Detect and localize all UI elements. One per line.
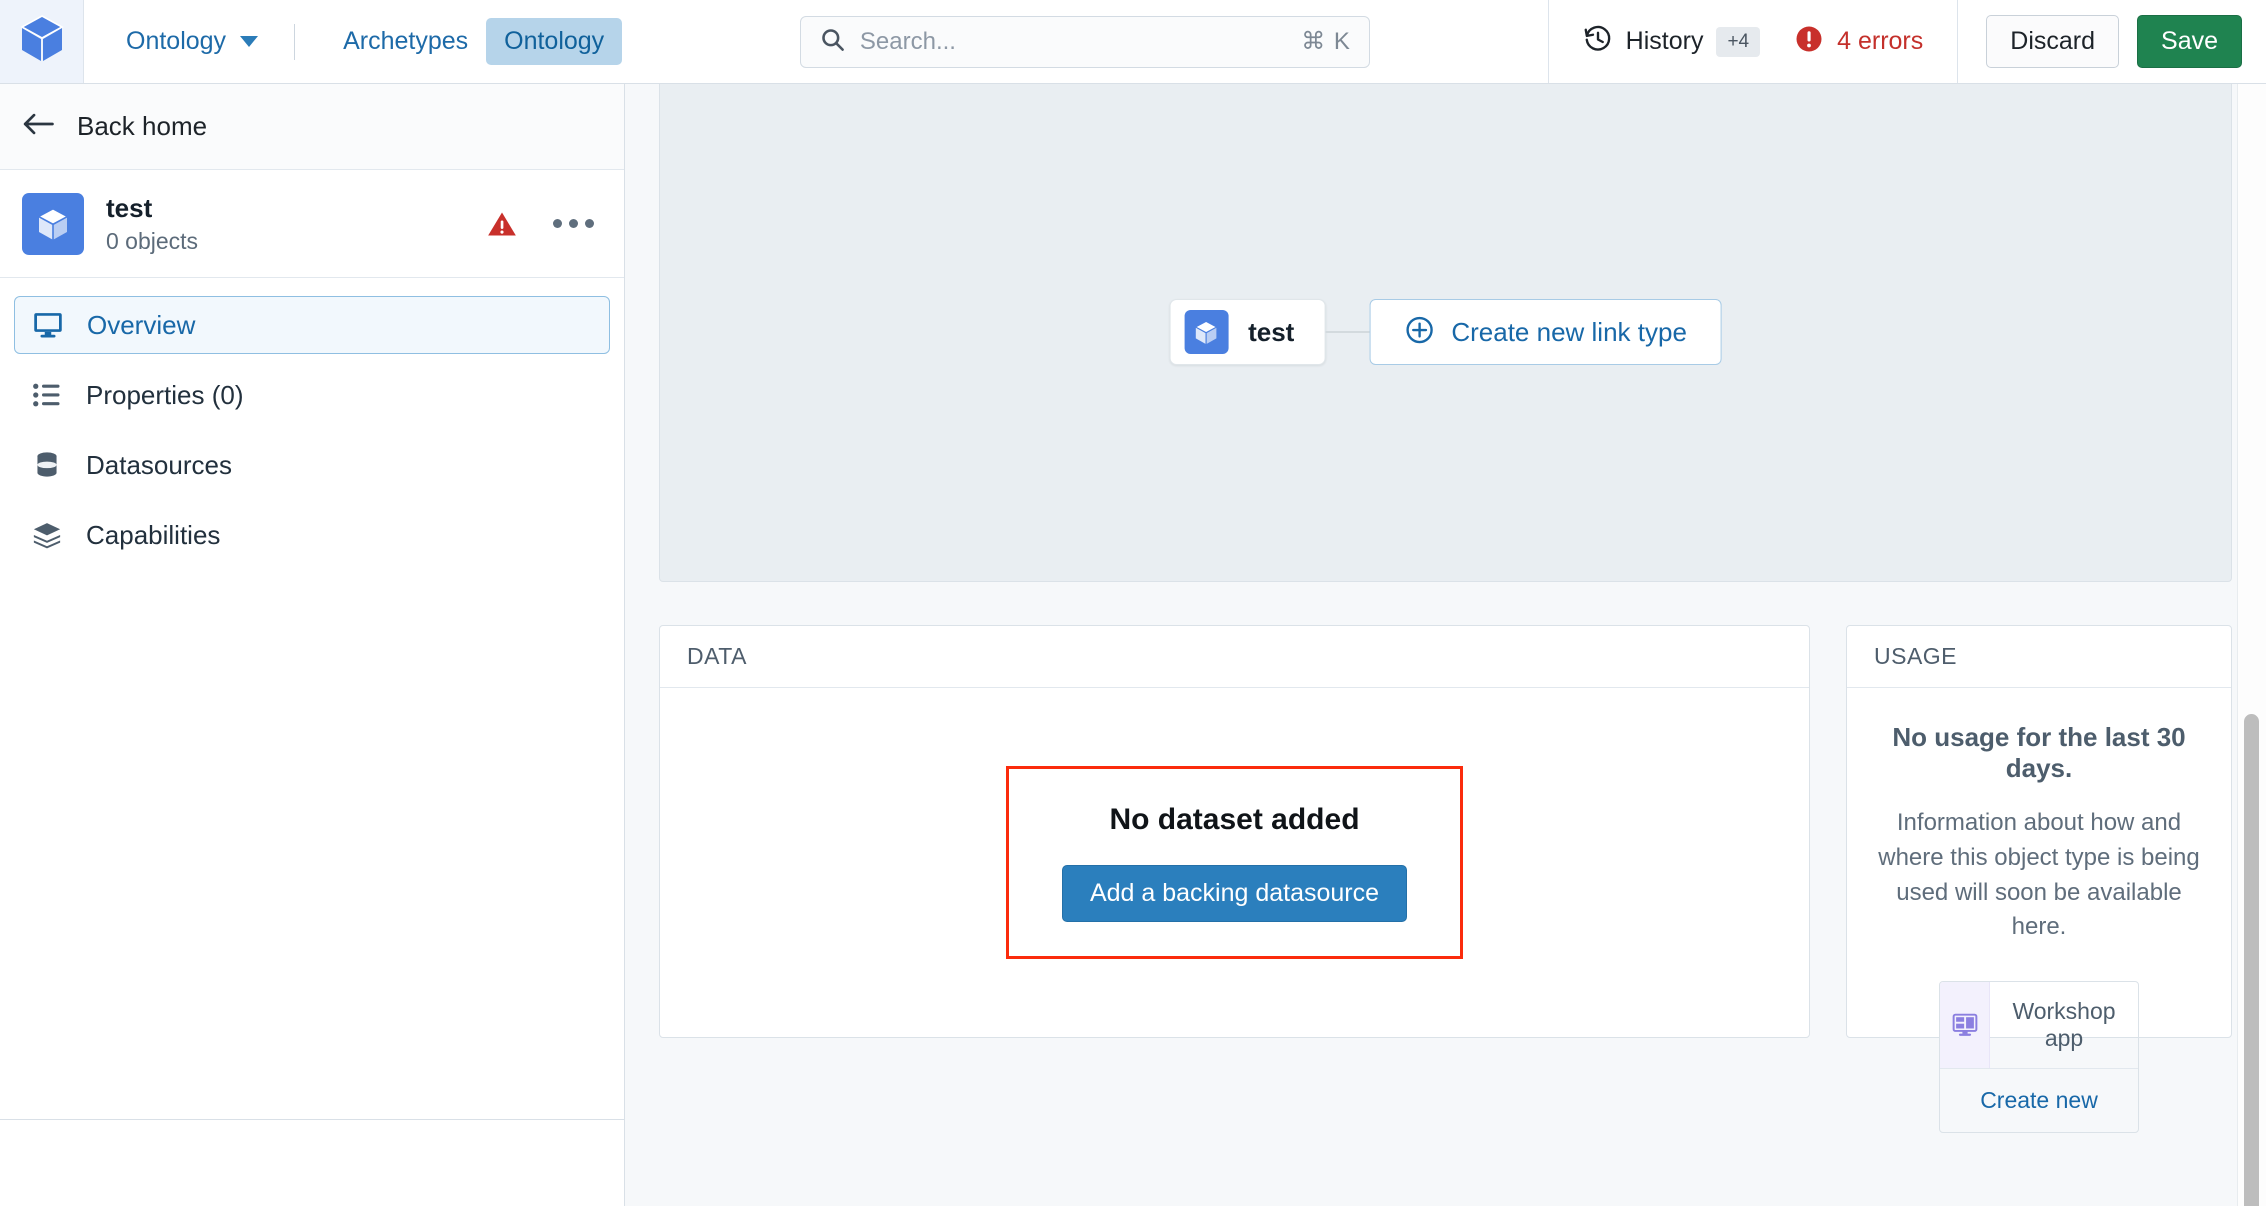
- search-icon: [819, 26, 846, 58]
- errors-label: 4 errors: [1837, 27, 1924, 55]
- nav-divider: [294, 23, 296, 60]
- sidebar: Back home test 0 objects Overview Proper…: [0, 84, 625, 1206]
- scrollbar-thumb[interactable]: [2244, 714, 2259, 1206]
- data-panel-body: No dataset added Add a backing datasourc…: [660, 688, 1809, 1037]
- sidebar-item-label: Capabilities: [86, 519, 221, 550]
- sidebar-footer: [0, 1120, 624, 1206]
- sidebar-item-properties[interactable]: Properties (0): [14, 366, 610, 424]
- workshop-app-card: Workshop app Create new: [1939, 981, 2139, 1134]
- history-count-badge: +4: [1716, 26, 1761, 57]
- sidebar-item-label: Properties (0): [86, 379, 244, 410]
- ontology-dropdown-label: Ontology: [126, 27, 227, 55]
- save-button[interactable]: Save: [2137, 15, 2242, 68]
- top-bar-actions: Discard Save: [1958, 0, 2266, 83]
- primary-nav: Ontology Archetypes Ontology: [84, 0, 623, 83]
- create-link-type-button[interactable]: Create new link type: [1369, 299, 1722, 365]
- usage-description: Information about how and where this obj…: [1878, 809, 2200, 941]
- workshop-app-label: Workshop app: [2012, 998, 2116, 1052]
- cube-object-icon: [1184, 310, 1229, 354]
- history-clock-icon: [1583, 24, 1613, 59]
- app-logo[interactable]: [0, 0, 84, 83]
- plus-circle-icon: [1404, 315, 1434, 350]
- layers-icon: [30, 521, 64, 549]
- status-group: History +4 4 errors: [1547, 0, 1959, 83]
- arrow-left-icon: [22, 111, 55, 142]
- sidebar-item-label: Datasources: [86, 449, 232, 480]
- errors-button[interactable]: 4 errors: [1794, 24, 1923, 59]
- cube-object-icon: [22, 192, 84, 255]
- monitor-icon: [31, 311, 65, 339]
- top-bar-right: History +4 4 errors Discard Save: [1547, 0, 2266, 83]
- graph-canvas[interactable]: test Create new link type: [659, 84, 2232, 582]
- object-title-group: test 0 objects: [106, 192, 487, 255]
- object-title: test: [106, 193, 153, 224]
- sidebar-nav: Overview Properties (0) Datasources Capa…: [0, 278, 624, 576]
- graph-edge: [1325, 331, 1370, 333]
- no-dataset-highlight: No dataset added Add a backing datasourc…: [1006, 766, 1463, 959]
- usage-panel-title: USAGE: [1874, 643, 1958, 669]
- warning-triangle-icon[interactable]: [487, 210, 517, 238]
- sidebar-item-capabilities[interactable]: Capabilities: [14, 506, 610, 564]
- no-dataset-title: No dataset added: [1109, 803, 1360, 836]
- history-button[interactable]: History +4: [1583, 24, 1761, 59]
- usage-panel: USAGE No usage for the last 30 days. Inf…: [1846, 625, 2232, 1134]
- back-home-label: Back home: [77, 111, 208, 141]
- object-count: 0 objects: [106, 227, 199, 254]
- tab-ontology[interactable]: Ontology: [486, 18, 623, 65]
- sidebar-item-overview[interactable]: Overview: [14, 296, 610, 354]
- app-root: Ontology Archetypes Ontology Search... ⌘…: [0, 0, 2266, 1206]
- add-backing-datasource-button[interactable]: Add a backing datasource: [1061, 865, 1408, 922]
- object-header: test 0 objects: [0, 170, 624, 278]
- workshop-app-row[interactable]: Workshop app: [1940, 982, 2138, 1070]
- workshop-app-icon: [1940, 982, 1990, 1069]
- search-area: Search... ⌘ K: [622, 0, 1547, 83]
- discard-button[interactable]: Discard: [1986, 15, 2120, 68]
- search-input[interactable]: Search... ⌘ K: [799, 15, 1370, 68]
- usage-heading: No usage for the last 30 days.: [1892, 722, 2186, 783]
- usage-panel-header: USAGE: [1847, 626, 2231, 688]
- graph-node-row: test Create new link type: [1169, 299, 1722, 365]
- cube-logo-icon: [19, 14, 65, 69]
- main-inner: test Create new link type DATA No datase…: [625, 84, 2266, 1134]
- top-bar: Ontology Archetypes Ontology Search... ⌘…: [0, 0, 2266, 84]
- create-new-link[interactable]: Create new: [1940, 1069, 2138, 1132]
- graph-object-node[interactable]: test: [1169, 299, 1326, 365]
- back-home-button[interactable]: Back home: [0, 84, 624, 170]
- data-panel-header: DATA: [660, 626, 1809, 688]
- data-panel-title: DATA: [687, 643, 747, 669]
- sidebar-item-label: Overview: [87, 309, 196, 340]
- sidebar-item-datasources[interactable]: Datasources: [14, 436, 610, 494]
- main-content: test Create new link type DATA No datase…: [625, 84, 2266, 1206]
- error-alert-icon: [1794, 24, 1824, 59]
- graph-node-label: test: [1248, 316, 1295, 347]
- chevron-down-icon: [240, 36, 259, 47]
- list-properties-icon: [30, 381, 64, 409]
- body: Back home test 0 objects Overview Proper…: [0, 84, 2266, 1206]
- tab-archetypes[interactable]: Archetypes: [325, 18, 486, 65]
- database-icon: [30, 451, 64, 479]
- panels-row: DATA No dataset added Add a backing data…: [659, 625, 2232, 1134]
- search-placeholder: Search...: [859, 27, 956, 55]
- ontology-dropdown[interactable]: Ontology: [120, 19, 264, 64]
- create-link-type-label: Create new link type: [1451, 316, 1687, 347]
- search-shortcut-hint: ⌘ K: [1301, 28, 1351, 55]
- data-panel: DATA No dataset added Add a backing data…: [659, 625, 1810, 1038]
- more-horizontal-icon[interactable]: [553, 219, 594, 228]
- usage-panel-body: No usage for the last 30 days. Informati…: [1847, 688, 2231, 1134]
- history-label: History: [1625, 27, 1704, 55]
